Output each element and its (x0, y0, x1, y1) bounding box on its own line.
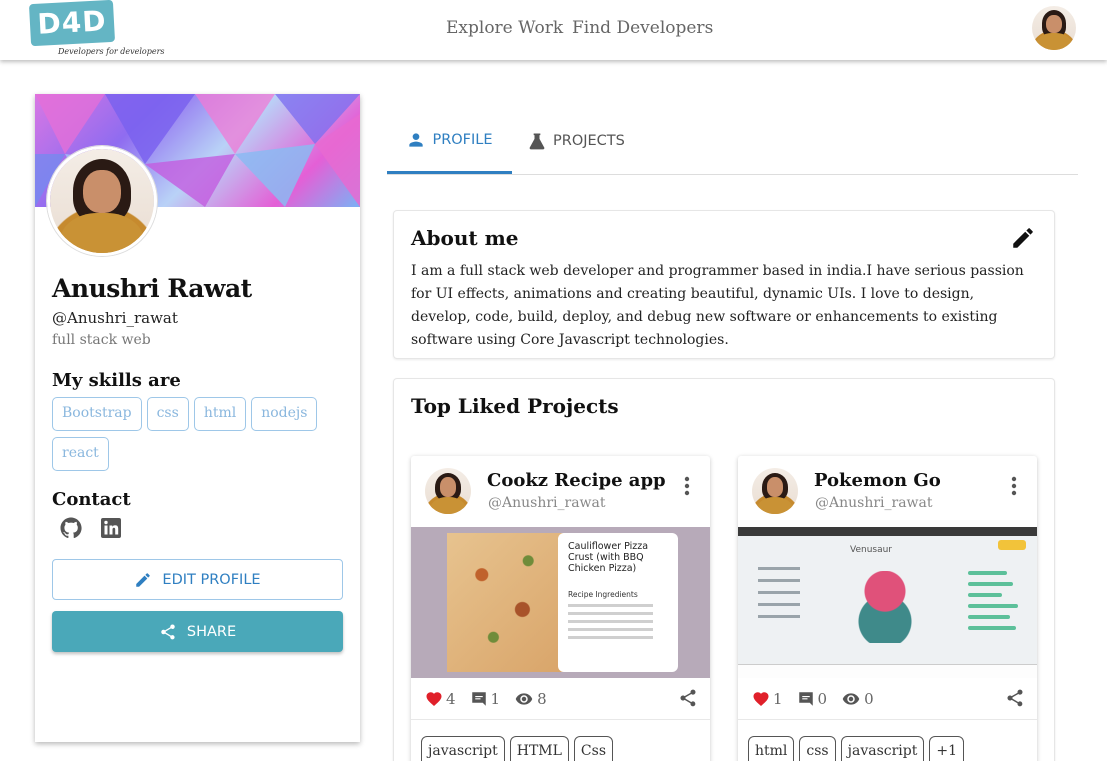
github-icon[interactable] (59, 516, 83, 540)
nav-explore-work[interactable]: Explore Work (446, 18, 563, 38)
comment-count: 0 (817, 690, 828, 708)
user-avatar[interactable] (1032, 6, 1076, 50)
project-author-avatar (752, 468, 798, 514)
recipe-preview-section: Recipe Ingredients (568, 590, 638, 599)
share-label: SHARE (186, 623, 237, 640)
logo-tagline: Developers for developers (58, 47, 165, 56)
comment-icon (798, 692, 813, 706)
about-text: I am a full stack web developer and prog… (411, 263, 1024, 348)
person-icon (409, 132, 424, 147)
heart-icon (753, 692, 769, 707)
nav-find-developers[interactable]: Find Developers (572, 18, 713, 38)
project-preview-image[interactable]: Cauliflower Pizza Crust (with BBQ Chicke… (411, 527, 710, 678)
recipe-preview-title: Cauliflower Pizza Crust (with BBQ Chicke… (568, 541, 649, 574)
project-stats: 1 0 0 (752, 690, 874, 708)
browser-bar (738, 527, 1037, 536)
tech-tag[interactable]: javascript (840, 736, 925, 761)
top-liked-title: Top Liked Projects (411, 394, 619, 418)
pokemon-sprite (850, 571, 920, 643)
divider (738, 719, 1037, 720)
tab-profile-label: PROFILE (432, 131, 493, 148)
like-stat[interactable]: 4 (425, 690, 456, 708)
project-tags: html css javascript +1 (748, 736, 964, 761)
like-count: 1 (773, 690, 783, 708)
about-card: About me I am a full stack web developer… (393, 210, 1055, 359)
contact-title: Contact (52, 489, 131, 510)
comment-stat[interactable]: 1 (470, 690, 501, 708)
skill-chip[interactable]: nodejs (251, 397, 318, 431)
share-icon[interactable] (1005, 688, 1025, 708)
flask-icon (529, 133, 545, 150)
pokemon-info (758, 567, 818, 627)
profile-handle: @Anushri_rawat (52, 309, 178, 327)
project-card[interactable]: Pokemon Go @Anushri_rawat Venusaur 1 0 0… (738, 456, 1037, 761)
about-title: About me (411, 226, 519, 250)
view-stat: 0 (841, 690, 874, 708)
more-vert-icon[interactable] (684, 476, 690, 496)
view-stat: 8 (514, 690, 547, 708)
tech-tag-more[interactable]: +1 (929, 736, 964, 761)
tech-tag[interactable]: html (748, 736, 795, 761)
profile-name: Anushri Rawat (52, 274, 252, 303)
project-author-avatar (425, 468, 471, 514)
share-button[interactable]: SHARE (52, 611, 343, 652)
share-icon[interactable] (678, 688, 698, 708)
skill-chip[interactable]: Bootstrap (52, 397, 142, 431)
project-title[interactable]: Pokemon Go (814, 470, 941, 491)
tech-tag[interactable]: javascript (421, 736, 505, 761)
pencil-icon (136, 572, 151, 587)
heart-icon (426, 692, 442, 707)
pokemon-preview-name: Venusaur (850, 545, 893, 555)
logo[interactable]: D4D Developers for developers (28, 0, 165, 56)
contact-links (59, 516, 123, 540)
logo-text: D4D (28, 0, 116, 47)
recipe-preview: Cauliflower Pizza Crust (with BBQ Chicke… (558, 533, 678, 672)
top-liked-projects: Top Liked Projects Cookz Recipe app @Anu… (393, 378, 1055, 761)
comment-count: 1 (490, 690, 501, 708)
view-count: 8 (537, 690, 547, 708)
project-author-handle: @Anushri_rawat (815, 495, 933, 511)
devtools-console (738, 664, 1037, 678)
pizza-photo (447, 533, 563, 672)
more-vert-icon[interactable] (1011, 476, 1017, 496)
linkedin-icon[interactable] (99, 516, 123, 540)
comment-icon (471, 692, 486, 706)
skills-list: Bootstrap css html nodejs react (52, 397, 342, 471)
edit-profile-button[interactable]: EDIT PROFILE (52, 559, 343, 600)
view-count: 0 (864, 690, 874, 708)
divider (411, 719, 710, 720)
pokemon-stat-bars (968, 571, 1024, 637)
skill-chip[interactable]: css (146, 397, 189, 431)
project-author-handle: @Anushri_rawat (488, 495, 606, 511)
tab-profile[interactable]: PROFILE (387, 108, 512, 174)
project-tags: javascript HTML Css (421, 736, 614, 761)
tab-projects[interactable]: PROJECTS (527, 108, 625, 174)
share-icon (161, 624, 175, 639)
profile-headline: full stack web (52, 332, 151, 348)
profile-tabs: PROFILE PROJECTS (387, 108, 1078, 175)
project-card[interactable]: Cookz Recipe app @Anushri_rawat Cauliflo… (411, 456, 710, 761)
top-navbar: D4D Developers for developers Explore Wo… (0, 0, 1107, 60)
project-title[interactable]: Cookz Recipe app (487, 470, 666, 491)
eye-icon (842, 693, 860, 705)
like-count: 4 (446, 690, 456, 708)
eye-icon (515, 693, 533, 705)
pokemon-logo (998, 540, 1026, 550)
tech-tag[interactable]: HTML (509, 736, 569, 761)
edit-profile-label: EDIT PROFILE (162, 571, 261, 588)
tech-tag[interactable]: Css (573, 736, 614, 761)
skill-chip[interactable]: react (52, 437, 109, 471)
tab-projects-label: PROJECTS (553, 133, 625, 149)
profile-card: Anushri Rawat @Anushri_rawat full stack … (35, 94, 360, 742)
comment-stat[interactable]: 0 (797, 690, 828, 708)
project-stats: 4 1 8 (425, 690, 547, 708)
project-preview-image[interactable]: Venusaur (738, 527, 1037, 678)
skills-title: My skills are (52, 370, 181, 391)
skill-chip[interactable]: html (193, 397, 247, 431)
edit-about-icon[interactable] (1010, 225, 1036, 251)
tech-tag[interactable]: css (799, 736, 836, 761)
profile-avatar (47, 146, 157, 256)
like-stat[interactable]: 1 (752, 690, 783, 708)
